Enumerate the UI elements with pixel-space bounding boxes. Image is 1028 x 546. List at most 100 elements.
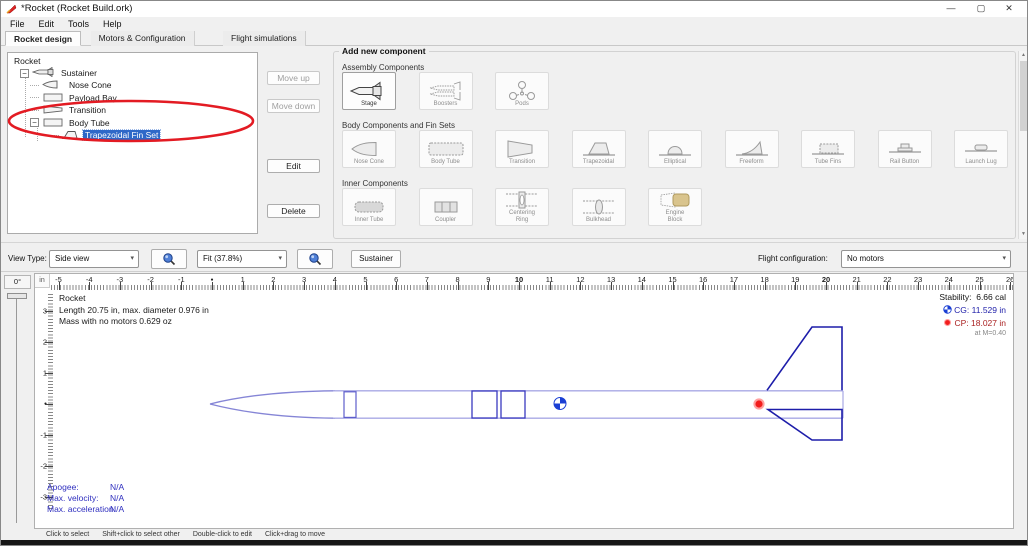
stability-value: Stability: 6.66 cal <box>939 291 1006 304</box>
add-freeform-button[interactable]: Freeform <box>725 130 779 168</box>
menu-item-file[interactable]: File <box>3 19 32 29</box>
cp-icon <box>943 318 952 327</box>
add-stage-button[interactable]: Stage <box>342 72 396 110</box>
add-boosters-button[interactable]: Boosters <box>419 72 473 110</box>
add-inner-tube-button[interactable]: Inner Tube <box>342 188 396 226</box>
fin-icon <box>62 126 80 144</box>
tab-rocket-design[interactable]: Rocket design <box>5 31 81 46</box>
inner-component-rect[interactable] <box>501 391 525 418</box>
delete-button[interactable]: Delete <box>267 204 320 218</box>
component-button-label: Trapezoidal <box>583 159 614 166</box>
freeform-icon <box>732 139 772 159</box>
openrocket-window: *Rocket (Rocket Build.ork) — ▢ ✕ FileEdi… <box>0 0 1028 546</box>
fin-lower[interactable] <box>768 410 842 441</box>
zoom-out-button[interactable] <box>297 249 333 269</box>
zoom-out-icon <box>308 252 322 266</box>
add-coupler-button[interactable]: Coupler <box>419 188 473 226</box>
menu-item-edit[interactable]: Edit <box>32 19 62 29</box>
inner-component-rect[interactable] <box>472 391 497 418</box>
sim-result-label: Max. velocity: <box>47 493 99 503</box>
scroll-up-icon[interactable]: ▲ <box>1019 51 1028 60</box>
rotation-angle-box[interactable]: 0° <box>4 275 31 289</box>
zoom-in-button[interactable] <box>151 249 187 269</box>
add-body-tube-button[interactable]: Body Tube <box>419 130 473 168</box>
bottom-dark-strip <box>1 540 1027 546</box>
move-up-button: Move up <box>267 71 320 85</box>
tube-fins-icon <box>808 139 848 159</box>
status-hint: Shift+click to select other <box>102 531 180 538</box>
component-tree[interactable]: Rocket−SustainerNose ConePayload BayTran… <box>7 52 258 234</box>
transition-icon <box>504 139 540 159</box>
flight-config-select[interactable]: No motors ▾ <box>841 250 1011 268</box>
add-engine-block-button[interactable]: EngineBlock <box>648 188 702 226</box>
view-type-select[interactable]: Side view ▾ <box>49 250 139 268</box>
status-hint: Click to select <box>46 531 89 538</box>
tree-label: Transition <box>67 105 108 115</box>
cp-value: CP: 18.027 in <box>939 317 1006 330</box>
add-pods-button[interactable]: Pods <box>495 72 549 110</box>
cg-icon <box>943 305 952 314</box>
add-rail-button-button[interactable]: Rail Button <box>878 130 932 168</box>
trapezoidal-icon <box>579 139 619 159</box>
add-transition-button[interactable]: Transition <box>495 130 549 168</box>
component-button-label: Inner Tube <box>355 217 384 224</box>
expander-minus-icon[interactable]: − <box>20 69 29 78</box>
tree-connector <box>30 110 39 111</box>
zoom-in-icon <box>162 252 176 266</box>
maximize-button[interactable]: ▢ <box>967 1 995 16</box>
title-bar: *Rocket (Rocket Build.ork) — ▢ ✕ <box>1 1 1027 17</box>
centering-ring-icon <box>502 190 542 210</box>
stability-block: Stability: 6.66 cal CG: 11.529 in CP: 18… <box>939 291 1006 337</box>
scroll-down-icon[interactable]: ▼ <box>1019 230 1028 239</box>
edit-button[interactable]: Edit <box>267 159 320 173</box>
section-label-0: Assembly Components <box>342 63 424 72</box>
tab-flight-simulations[interactable]: Flight simulations <box>223 31 306 46</box>
nose-shoulder[interactable] <box>344 392 356 418</box>
add-launch-lug-button[interactable]: Launch Lug <box>954 130 1008 168</box>
status-hint: Double-click to edit <box>193 531 252 538</box>
sim-result-row: Max. acceleration:N/A <box>47 504 116 515</box>
component-button-label: Nose Cone <box>354 159 384 166</box>
menu-item-tools[interactable]: Tools <box>61 19 96 29</box>
add-centering-ring-button[interactable]: CenteringRing <box>495 188 549 226</box>
add-tube-fins-button[interactable]: Tube Fins <box>801 130 855 168</box>
nose-cone-outline[interactable] <box>210 391 335 404</box>
expander-minus-icon[interactable]: − <box>30 118 39 127</box>
tree-connector <box>30 85 39 86</box>
chevron-down-icon: ▾ <box>130 251 134 267</box>
rocket-info-line: Mass with no motors 0.629 oz <box>59 316 209 328</box>
tree-item-trapezoidal-fin-set[interactable]: Trapezoidal Fin Set <box>8 129 257 141</box>
section-label-1: Body Components and Fin Sets <box>342 121 455 130</box>
component-button-label: Transition <box>509 159 535 166</box>
stage-toggle-sustainer[interactable]: Sustainer <box>351 250 401 268</box>
sim-result-label: Max. acceleration: <box>47 504 116 514</box>
rotation-slider-handle[interactable] <box>7 293 27 299</box>
zoom-level-select[interactable]: Fit (37.8%) ▾ <box>197 250 287 268</box>
minimize-button[interactable]: — <box>937 1 965 16</box>
fin-upper[interactable] <box>767 327 842 390</box>
component-button-label: Stage <box>361 101 377 108</box>
add-bulkhead-button[interactable]: Bulkhead <box>572 188 626 226</box>
component-panel-scrollbar[interactable]: ▲ ▼ <box>1018 51 1027 239</box>
component-button-label: Elliptical <box>664 159 686 166</box>
menu-item-help[interactable]: Help <box>96 19 129 29</box>
component-button-label: Boosters <box>434 101 458 108</box>
rocket-info: RocketLength 20.75 in, max. diameter 0.9… <box>59 293 209 328</box>
stage-icon <box>347 81 391 101</box>
view-type-label: View Type: <box>8 254 47 263</box>
component-button-label: Body Tube <box>431 159 460 166</box>
tree-item-body-tube[interactable]: −Body Tube <box>8 117 257 129</box>
boosters-icon <box>424 81 468 101</box>
nose-cone-outline[interactable] <box>210 404 335 418</box>
add-nose-cone-button[interactable]: Nose Cone <box>342 130 396 168</box>
add-trapezoidal-button[interactable]: Trapezoidal <box>572 130 626 168</box>
menu-bar: FileEditToolsHelp <box>1 17 1027 31</box>
add-elliptical-button[interactable]: Elliptical <box>648 130 702 168</box>
rocket-info-line: Rocket <box>59 293 209 305</box>
close-button[interactable]: ✕ <box>995 1 1023 16</box>
tab-motors-configuration[interactable]: Motors & Configuration <box>91 31 195 46</box>
flight-config-label: Flight configuration: <box>758 254 828 263</box>
rocket-canvas[interactable]: in -5-4-3-2-1●12345678910111213141516171… <box>34 273 1014 529</box>
tree-label: Nose Cone <box>67 80 114 90</box>
scroll-thumb[interactable] <box>1020 61 1027 131</box>
